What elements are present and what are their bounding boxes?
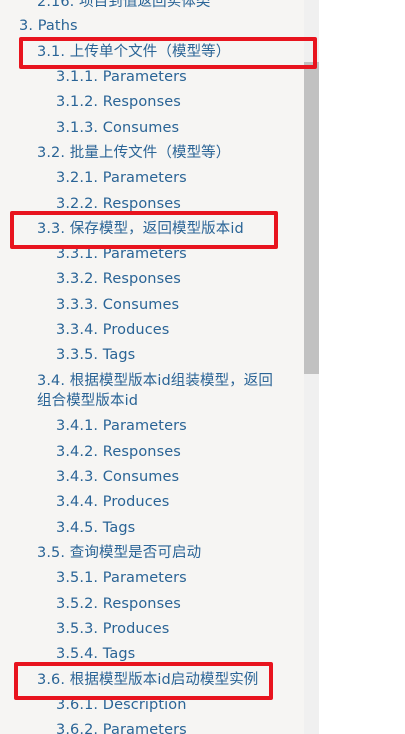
toc-link-3-4[interactable]: 3.4. 根据模型版本id组装模型，返回: [37, 371, 273, 391]
scrollbar-thumb[interactable]: [304, 62, 319, 374]
toc-link-3-2-1[interactable]: 3.2.1. Parameters: [56, 168, 187, 188]
toc-link-3-3-2[interactable]: 3.3.2. Responses: [56, 269, 181, 289]
toc-link-3-4-2[interactable]: 3.4.2. Responses: [56, 442, 181, 462]
toc-link-3-4-3[interactable]: 3.4.3. Consumes: [56, 467, 179, 487]
toc-link-3-4-cont[interactable]: 组合模型版本id: [37, 391, 138, 411]
toc-link-3-5-3[interactable]: 3.5.3. Produces: [56, 619, 169, 639]
highlight-box-3-3: [10, 211, 278, 249]
toc-link-3-4-5[interactable]: 3.4.5. Tags: [56, 518, 135, 538]
toc-link-3-3-5[interactable]: 3.3.5. Tags: [56, 345, 135, 365]
toc-link-3-3-3[interactable]: 3.3.3. Consumes: [56, 295, 179, 315]
toc-link-3-5-4[interactable]: 3.5.4. Tags: [56, 644, 135, 664]
toc-link-3-1-3[interactable]: 3.1.3. Consumes: [56, 118, 179, 138]
toc-link-3-3-4[interactable]: 3.3.4. Produces: [56, 320, 169, 340]
toc-link-3-5[interactable]: 3.5. 查询模型是否可启动: [37, 543, 201, 563]
toc-link-3-5-2[interactable]: 3.5.2. Responses: [56, 594, 181, 614]
toc-sidebar: 2.16. 项目到值返回实体类 3. Paths 3.1. 上传单个文件（模型等…: [0, 0, 304, 734]
toc-link-3-4-1[interactable]: 3.4.1. Parameters: [56, 416, 187, 436]
highlight-box-3-6: [14, 662, 273, 700]
toc-link-3-2[interactable]: 3.2. 批量上传文件（模型等）: [37, 143, 230, 163]
content-area: [319, 0, 405, 734]
toc-link-2-16[interactable]: 2.16. 项目到值返回实体类: [37, 0, 211, 12]
highlight-box-3-1: [19, 37, 317, 69]
toc-link-paths[interactable]: 3. Paths: [19, 16, 78, 36]
toc-link-3-4-4[interactable]: 3.4.4. Produces: [56, 492, 169, 512]
toc-link-3-6-2[interactable]: 3.6.2. Parameters: [56, 720, 187, 734]
toc-link-3-5-1[interactable]: 3.5.1. Parameters: [56, 568, 187, 588]
toc-link-3-1-1[interactable]: 3.1.1. Parameters: [56, 67, 187, 87]
toc-link-3-1-2[interactable]: 3.1.2. Responses: [56, 92, 181, 112]
